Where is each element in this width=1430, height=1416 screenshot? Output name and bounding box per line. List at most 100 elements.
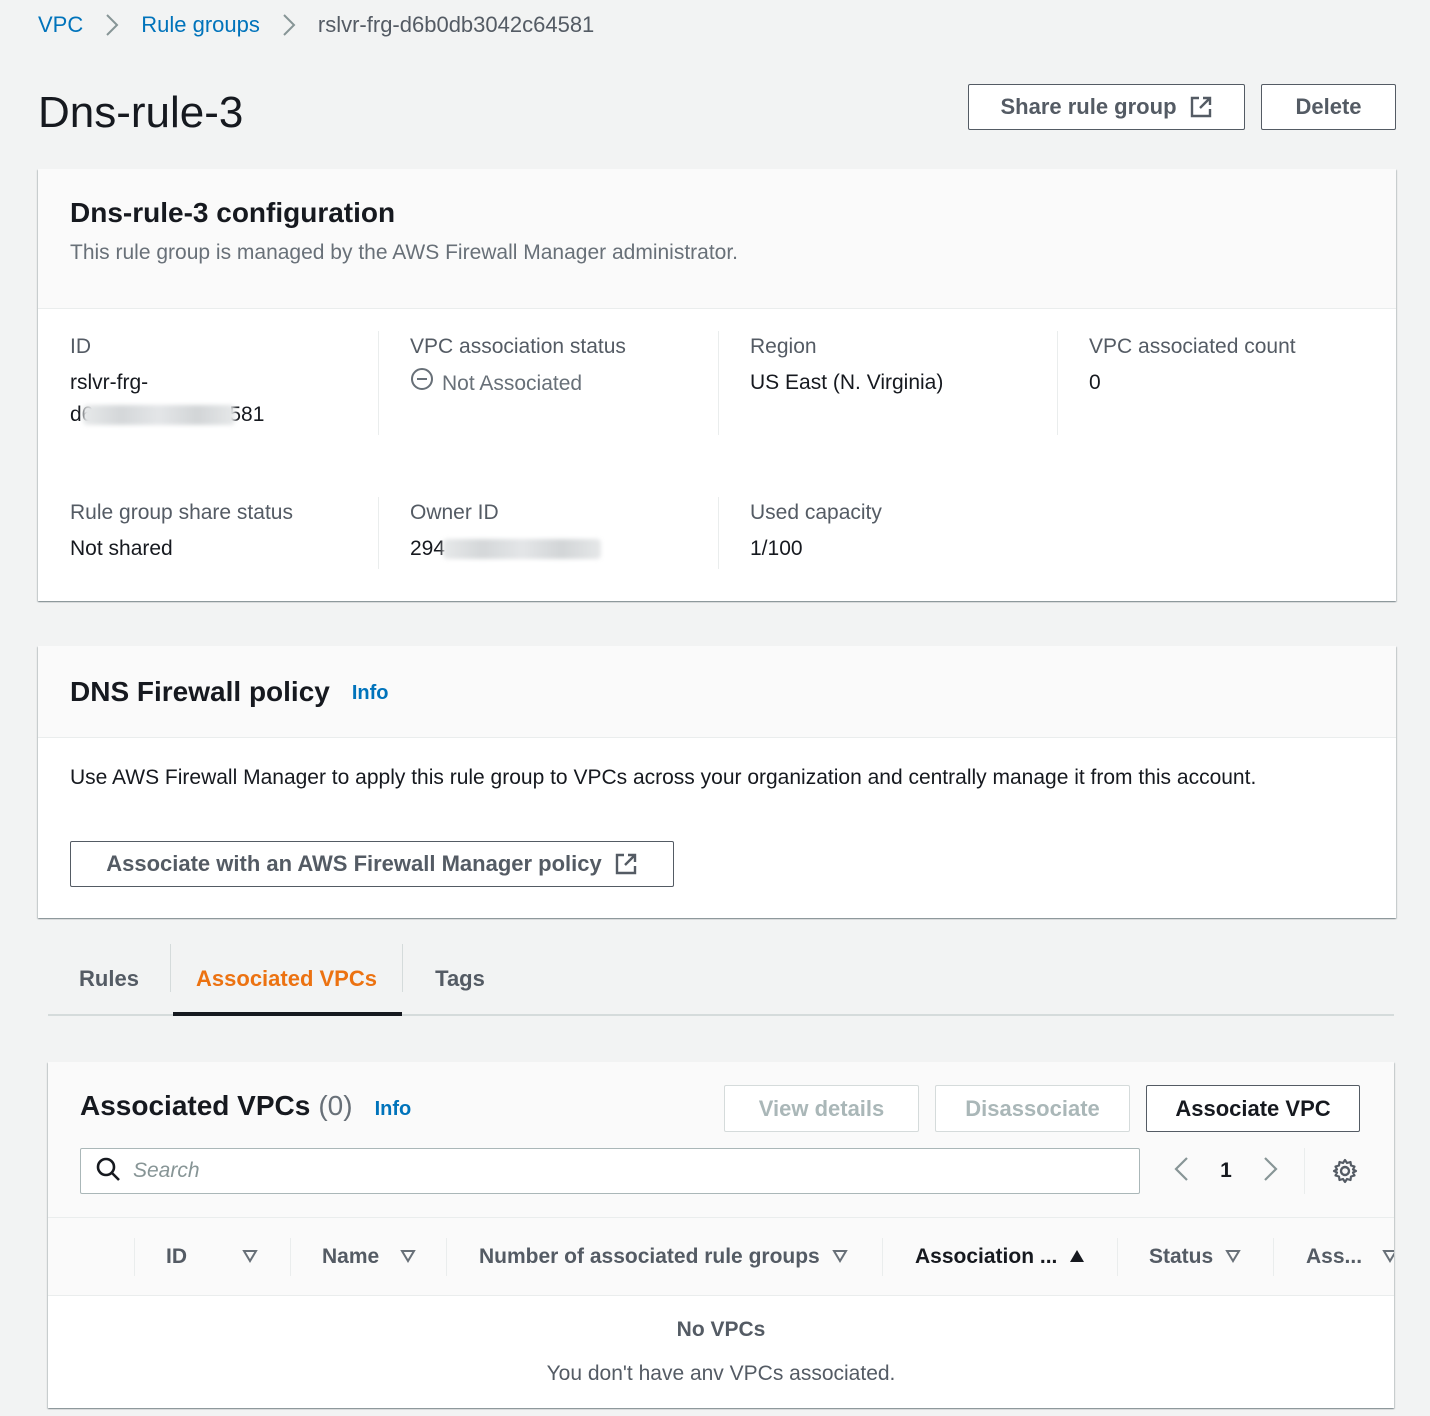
breadcrumb-current: rslvr-frg-d6b0db3042c64581: [317, 12, 595, 37]
id-field: ID rslvr-frg- d6 581: [70, 335, 370, 431]
id-value-line1: rslvr-frg-: [70, 371, 149, 394]
redacted-blur: [443, 539, 602, 560]
empty-state-description: You don't have anv VPCs associated.: [546, 1362, 896, 1385]
region-label: Region: [750, 335, 817, 358]
column-divider: [882, 1238, 883, 1276]
tab-rules[interactable]: Rules: [48, 944, 170, 1014]
column-header-association-label: Association ...: [915, 1245, 1058, 1268]
configuration-description: This rule group is managed by the AWS Fi…: [70, 241, 739, 264]
search-input[interactable]: [133, 1159, 1093, 1183]
column-header-id-label: ID: [166, 1245, 187, 1268]
configuration-card: Dns-rule-3 configuration This rule group…: [38, 169, 1396, 601]
page: VPC Rule groups rslvr-frg-d6b0db3042c645…: [0, 0, 1430, 1416]
vpc-associated-count-field: VPC associated count 0: [1089, 335, 1389, 399]
dns-firewall-policy-title: DNS Firewall policy: [70, 675, 330, 707]
column-divider: [290, 1238, 291, 1276]
used-capacity-value: 1/100: [750, 537, 803, 560]
empty-state-title: No VPCs: [676, 1318, 766, 1341]
vpc-associated-count-value: 0: [1089, 371, 1101, 394]
owner-id-label: Owner ID: [410, 501, 499, 524]
associated-vpcs-info-link[interactable]: Info: [375, 1098, 412, 1121]
previous-page-button[interactable]: [1166, 1156, 1196, 1187]
share-status-field: Rule group share status Not shared: [70, 501, 370, 565]
share-rule-group-button[interactable]: Share rule group: [968, 84, 1245, 130]
associated-vpcs-count: (0): [318, 1090, 353, 1121]
page-number-button[interactable]: 1: [1196, 1159, 1256, 1183]
id-value[interactable]: rslvr-frg- d6 581: [70, 367, 370, 431]
column-header-rule-groups-label: Number of associated rule groups: [479, 1245, 820, 1268]
next-page-button[interactable]: [1256, 1156, 1286, 1187]
external-link-icon: [1189, 95, 1213, 119]
id-value-line2: d6 581: [70, 399, 370, 431]
sort-caret-down-icon: [1382, 1245, 1394, 1269]
chevron-right-icon: [105, 13, 119, 37]
vpc-association-status-field: VPC association status Not Associated: [410, 335, 710, 401]
region-value: US East (N. Virginia): [750, 371, 944, 394]
column-divider: [134, 1238, 135, 1276]
owner-id-value: 294: [410, 533, 710, 565]
column-header-rule-groups[interactable]: Number of associated rule groups: [479, 1218, 879, 1296]
table-header: ID Name Number of associated rule groups…: [48, 1218, 1394, 1296]
external-link-icon: [614, 852, 638, 876]
region-field: Region US East (N. Virginia): [750, 335, 1050, 399]
dns-firewall-policy-body: Use AWS Firewall Manager to apply this r…: [70, 766, 1257, 789]
column-header-id[interactable]: ID: [166, 1218, 266, 1296]
vpc-association-status-label: VPC association status: [410, 335, 626, 358]
vpc-associated-count-label: VPC associated count: [1089, 335, 1296, 358]
vpc-association-status-value: Not Associated: [410, 367, 582, 401]
column-divider: [1057, 331, 1058, 435]
disassociate-button[interactable]: Disassociate: [935, 1085, 1130, 1132]
share-status-value: Not shared: [70, 537, 173, 560]
dns-firewall-policy-info-link[interactable]: Info: [352, 682, 389, 705]
delete-button[interactable]: Delete: [1261, 84, 1396, 130]
column-header-ass[interactable]: Ass...: [1306, 1218, 1394, 1296]
associated-vpcs-heading: Associated VPCs (0) Info: [80, 1090, 411, 1122]
column-header-name[interactable]: Name: [322, 1218, 442, 1296]
associated-vpcs-table: Associated VPCs (0) Info View details Di…: [48, 1062, 1394, 1408]
vpc-association-status-text: Not Associated: [442, 372, 583, 395]
chevron-right-icon: [282, 13, 296, 37]
associated-vpcs-title: Associated VPCs: [80, 1090, 311, 1121]
sort-caret-down-icon: [242, 1245, 258, 1269]
sort-caret-down-icon: [1225, 1245, 1241, 1269]
sort-caret-down-icon: [400, 1245, 416, 1269]
associate-firewall-manager-policy-label: Associate with an AWS Firewall Manager p…: [106, 851, 602, 876]
column-header-ass-label: Ass...: [1306, 1245, 1363, 1268]
tab-associated-vpcs[interactable]: Associated VPCs: [171, 944, 402, 1016]
view-details-button[interactable]: View details: [724, 1085, 919, 1132]
associate-vpc-button[interactable]: Associate VPC: [1146, 1085, 1360, 1132]
minus-circle-icon: [410, 367, 434, 401]
configuration-details: ID rslvr-frg- d6 581 VPC association stat…: [38, 309, 1396, 601]
associate-firewall-manager-policy-button[interactable]: Associate with an AWS Firewall Manager p…: [70, 841, 674, 887]
tab-list: Rules Associated VPCs Tags: [48, 944, 1394, 1016]
pagination: 1: [1166, 1148, 1286, 1194]
id-label: ID: [70, 335, 91, 358]
tab-tags[interactable]: Tags: [403, 944, 517, 1014]
column-divider: [718, 497, 719, 569]
column-header-association[interactable]: Association ...: [915, 1218, 1115, 1296]
owner-id-field: Owner ID 294: [410, 501, 710, 565]
column-divider: [718, 331, 719, 435]
configuration-title: Dns-rule-3 configuration: [70, 197, 396, 228]
dns-firewall-policy-card: DNS Firewall policy Info Use AWS Firewal…: [38, 646, 1396, 918]
column-divider: [1273, 1238, 1274, 1276]
chevron-right-icon: [1263, 1156, 1279, 1187]
breadcrumb-vpc-link[interactable]: VPC: [38, 12, 83, 38]
column-divider: [446, 1238, 447, 1276]
configuration-card-header: Dns-rule-3 configuration This rule group…: [38, 169, 1396, 309]
column-divider: [378, 497, 379, 569]
column-divider: [378, 331, 379, 435]
sort-caret-up-icon: [1069, 1245, 1085, 1269]
dns-firewall-policy-header: DNS Firewall policy Info: [38, 646, 1396, 738]
search-field[interactable]: [80, 1148, 1140, 1194]
pagination-divider: [1304, 1148, 1305, 1194]
owner-id-prefix: 294: [410, 537, 446, 560]
page-title: Dns-rule-3: [38, 88, 244, 137]
breadcrumb-rule-groups-link[interactable]: Rule groups: [141, 12, 260, 38]
preferences-gear-icon[interactable]: [1332, 1158, 1358, 1189]
empty-state: No VPCs You don't have anv VPCs associat…: [48, 1318, 1394, 1386]
search-icon: [95, 1156, 121, 1187]
column-header-status-label: Status: [1149, 1245, 1214, 1268]
share-rule-group-label: Share rule group: [1000, 94, 1177, 119]
column-header-status[interactable]: Status: [1149, 1218, 1269, 1296]
